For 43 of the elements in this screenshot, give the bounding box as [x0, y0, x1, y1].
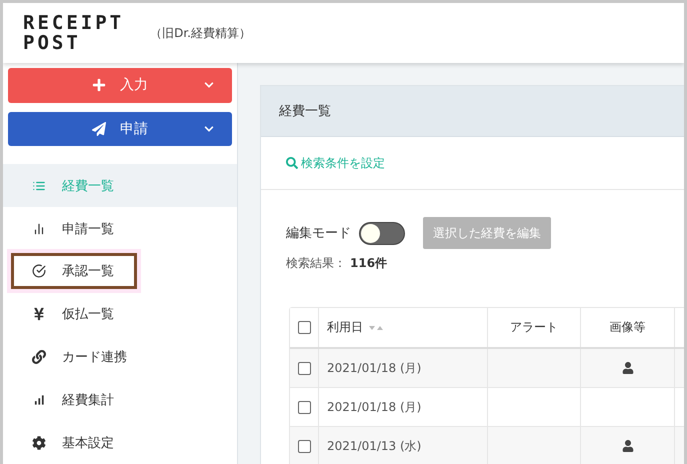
sidebar-item-label: 基本設定	[62, 434, 114, 452]
apply-button[interactable]: 申請	[8, 112, 232, 146]
result-count: 116件	[350, 255, 388, 272]
checkbox[interactable]	[298, 440, 310, 452]
card-title: 経費一覧	[279, 103, 331, 120]
link-icon	[32, 350, 46, 364]
table-cell: 2021/01/18 (月)	[327, 398, 422, 416]
column-header[interactable]: 利用日	[327, 319, 363, 336]
subtitle: （旧Dr.経費精算）	[150, 24, 251, 42]
check-icon	[32, 264, 46, 278]
yen-icon	[32, 307, 46, 322]
sidebar-item[interactable]: 申請一覧	[3, 207, 237, 250]
sidebar-item-label: 経費一覧	[62, 178, 114, 195]
sidebar-item[interactable]: 経費集計	[3, 378, 237, 422]
checkbox[interactable]	[298, 321, 310, 334]
chevron-down-icon	[204, 80, 214, 90]
gear-icon	[32, 436, 46, 450]
search-icon	[286, 157, 298, 169]
sidebar-item-label: カード連携	[62, 349, 127, 366]
logo-text: RECEIPT POST	[23, 13, 124, 53]
sidebar-item[interactable]: 基本設定	[3, 421, 237, 464]
checkbox[interactable]	[298, 400, 310, 414]
sidebar-item-label: 申請一覧	[62, 220, 114, 238]
signal-icon	[32, 392, 46, 407]
column-header[interactable]: 画像等	[610, 319, 646, 336]
column-header[interactable]: アラート	[510, 319, 558, 336]
edit-mode-toggle[interactable]	[359, 222, 405, 244]
sidebar-item[interactable]: 承認一覧	[3, 250, 237, 293]
result-label: 検索結果：	[286, 255, 346, 272]
chart-icon	[32, 222, 46, 236]
sidebar-item[interactable]: カード連携	[3, 336, 237, 378]
sidebar-item[interactable]: 仮払一覧	[3, 292, 237, 336]
chevron-down-icon	[204, 124, 214, 134]
plus-icon	[92, 78, 106, 92]
table-cell: 2021/01/18 (月)	[327, 360, 422, 376]
sort-icon	[369, 324, 383, 330]
sidebar-item-label: 仮払一覧	[62, 306, 114, 324]
paper-plane-icon	[92, 122, 106, 136]
table-cell: 2021/01/13 (水)	[327, 438, 422, 454]
checkbox[interactable]	[298, 362, 310, 374]
edit-mode-label: 編集モード	[286, 225, 351, 242]
sidebar-item-label: 経費集計	[62, 392, 114, 409]
sidebar-item-label: 承認一覧	[62, 263, 114, 280]
